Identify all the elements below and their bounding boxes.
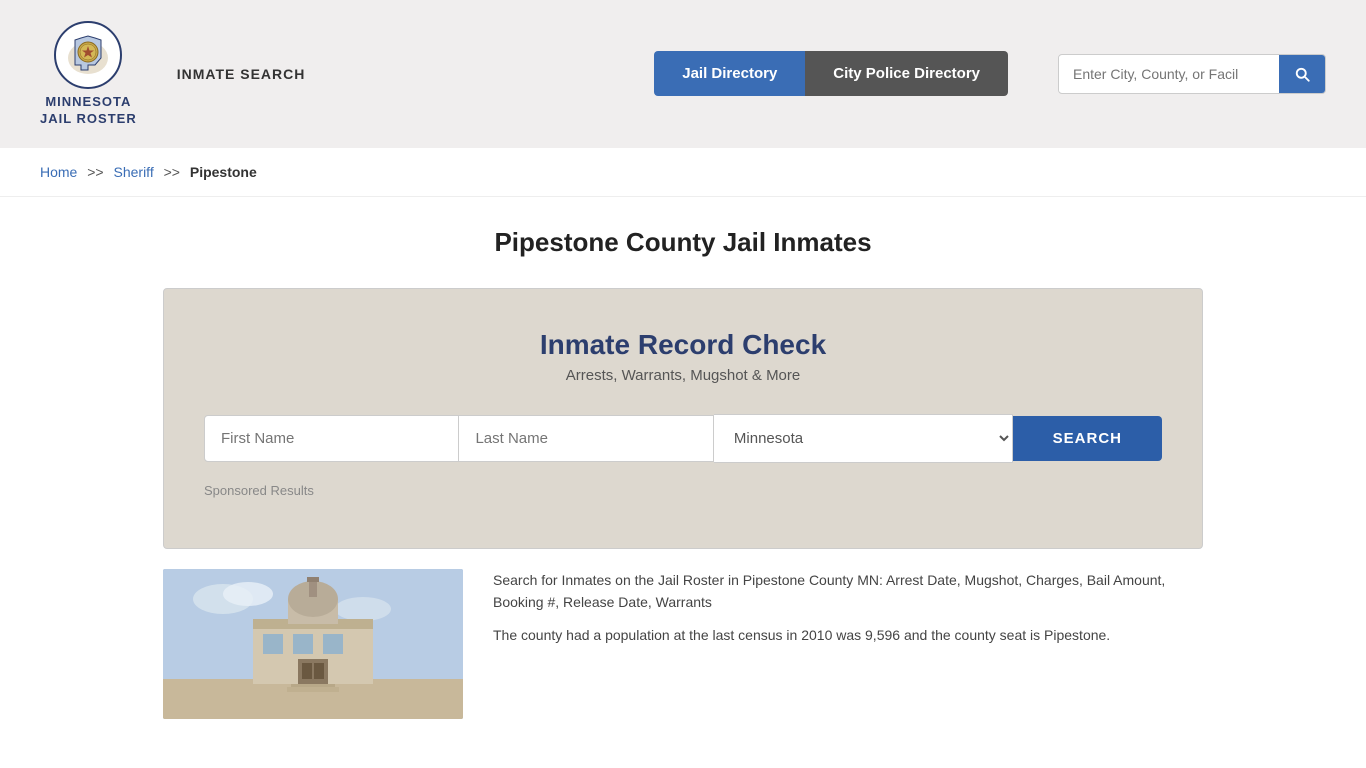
breadcrumb: Home >> Sheriff >> Pipestone xyxy=(0,148,1366,197)
breadcrumb-current: Pipestone xyxy=(190,164,257,180)
content-text-area: Search for Inmates on the Jail Roster in… xyxy=(493,569,1203,656)
record-check-title: Inmate Record Check xyxy=(204,329,1162,361)
logo-link[interactable]: MINNESOTA JAIL ROSTER xyxy=(40,20,137,128)
logo-icon xyxy=(53,20,123,90)
city-police-directory-button[interactable]: City Police Directory xyxy=(805,51,1008,96)
content-description2: The county had a population at the last … xyxy=(493,624,1203,646)
inmate-search-label: INMATE SEARCH xyxy=(177,66,306,82)
header: MINNESOTA JAIL ROSTER INMATE SEARCH Jail… xyxy=(0,0,1366,148)
record-check-container: Inmate Record Check Arrests, Warrants, M… xyxy=(163,288,1203,549)
page-title: Pipestone County Jail Inmates xyxy=(40,227,1326,258)
page-title-area: Pipestone County Jail Inmates xyxy=(0,197,1366,278)
jail-directory-button[interactable]: Jail Directory xyxy=(654,51,805,96)
content-section: Search for Inmates on the Jail Roster in… xyxy=(123,569,1243,759)
nav-buttons: Jail Directory City Police Directory xyxy=(654,51,1008,96)
building-illustration xyxy=(163,569,463,719)
breadcrumb-sep2: >> xyxy=(164,164,180,180)
logo-text: MINNESOTA JAIL ROSTER xyxy=(40,94,137,128)
record-check-subtitle: Arrests, Warrants, Mugshot & More xyxy=(204,367,1162,384)
breadcrumb-home[interactable]: Home xyxy=(40,164,77,180)
breadcrumb-sep1: >> xyxy=(87,164,103,180)
header-search-area xyxy=(1058,54,1326,94)
content-description: Search for Inmates on the Jail Roster in… xyxy=(493,569,1203,614)
last-name-input[interactable] xyxy=(459,415,713,462)
sponsored-results-label: Sponsored Results xyxy=(204,483,1162,498)
search-icon xyxy=(1293,65,1311,83)
breadcrumb-sheriff[interactable]: Sheriff xyxy=(114,164,154,180)
building-image xyxy=(163,569,463,719)
record-search-button[interactable]: SEARCH xyxy=(1013,416,1162,461)
header-search-button[interactable] xyxy=(1279,55,1325,93)
record-check-form: Minnesota Alabama Alaska Arizona Arkansa… xyxy=(204,414,1162,463)
header-search-input[interactable] xyxy=(1059,56,1279,92)
first-name-input[interactable] xyxy=(204,415,459,462)
state-select[interactable]: Minnesota Alabama Alaska Arizona Arkansa… xyxy=(714,414,1013,463)
